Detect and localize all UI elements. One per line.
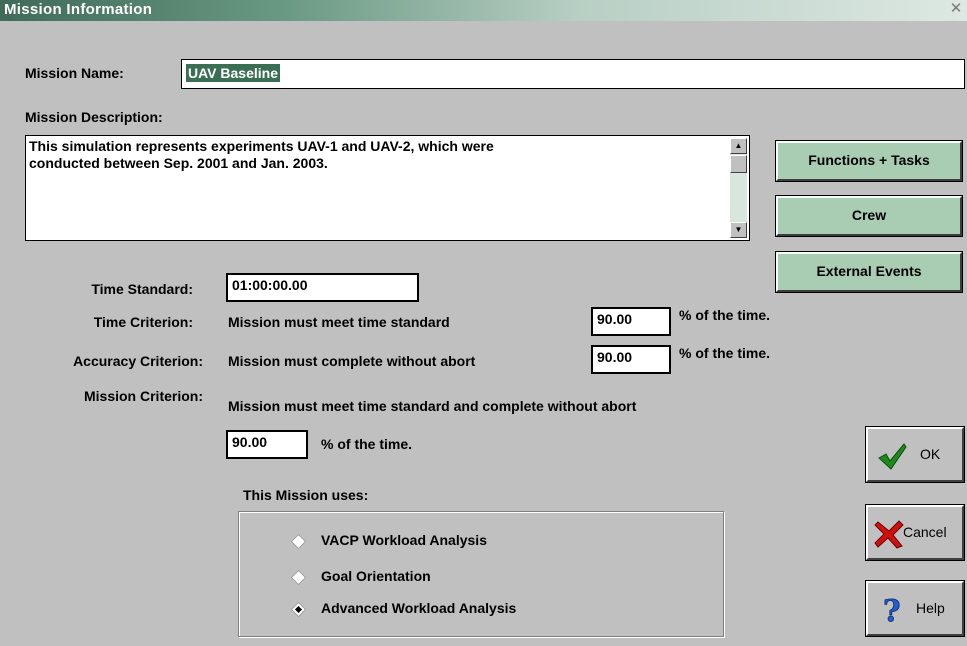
mission-name-field[interactable]: UAV Baseline — [181, 59, 965, 89]
mission-description-label: Mission Description: — [25, 109, 163, 125]
external-events-label: External Events — [816, 263, 922, 279]
help-label: Help — [916, 600, 945, 616]
radio-advanced-workload[interactable]: Advanced Workload Analysis — [288, 600, 618, 620]
functions-tasks-button[interactable]: Functions + Tasks — [775, 140, 963, 182]
mission-uses-label: This Mission uses: — [243, 487, 369, 503]
scroll-thumb[interactable] — [730, 155, 747, 173]
checkmark-icon — [878, 443, 907, 470]
mission-criterion-suffix: % of the time. — [321, 436, 413, 452]
scroll-up-icon[interactable]: ▲ — [730, 138, 747, 154]
description-line-2: conducted between Sep. 2001 and Jan. 200… — [29, 155, 328, 171]
cancel-label: Cancel — [903, 524, 947, 540]
ok-button[interactable]: OK — [865, 426, 965, 483]
time-criterion-label: Time Criterion: — [93, 314, 193, 330]
mission-criterion-percent-field[interactable]: 90.00 — [226, 430, 308, 459]
cancel-x-icon — [874, 520, 904, 549]
radio-goal-label: Goal Orientation — [321, 568, 431, 584]
radio-unselected-icon[interactable] — [290, 533, 307, 550]
time-standard-label: Time Standard: — [91, 281, 193, 297]
accuracy-criterion-label: Accuracy Criterion: — [73, 353, 203, 369]
crew-button[interactable]: Crew — [775, 195, 963, 237]
title-bar: Mission Information ✕ — [0, 0, 967, 21]
radio-goal-orientation[interactable]: Goal Orientation — [288, 568, 588, 588]
radio-vacp-workload[interactable]: VACP Workload Analysis — [288, 532, 588, 552]
mission-criterion-label: Mission Criterion: — [83, 388, 203, 404]
mission-name-label: Mission Name: — [25, 65, 124, 81]
external-events-button[interactable]: External Events — [775, 251, 963, 293]
functions-tasks-label: Functions + Tasks — [808, 152, 930, 168]
time-criterion-text: Mission must meet time standard — [228, 314, 450, 330]
svg-text:?: ? — [883, 595, 901, 625]
scroll-down-icon[interactable]: ▼ — [730, 222, 747, 238]
description-scrollbar[interactable]: ▲ ▼ — [730, 138, 747, 238]
time-criterion-suffix: % of the time. — [679, 307, 771, 323]
radio-selected-icon[interactable] — [290, 601, 307, 618]
radio-unselected-icon[interactable] — [290, 569, 307, 586]
close-icon[interactable]: ✕ — [948, 1, 964, 17]
mission-description-textarea[interactable]: This simulation represents experiments U… — [25, 135, 750, 241]
window-title: Mission Information — [4, 1, 153, 18]
cancel-button[interactable]: Cancel — [865, 504, 965, 561]
accuracy-criterion-suffix: % of the time. — [679, 345, 771, 361]
question-mark-icon: ? — [883, 595, 901, 625]
mission-name-value: UAV Baseline — [186, 64, 280, 82]
help-button[interactable]: ? Help — [865, 580, 965, 637]
time-criterion-percent-field[interactable]: 90.00 — [591, 307, 671, 336]
radio-vacp-label: VACP Workload Analysis — [321, 532, 487, 548]
radio-advanced-label: Advanced Workload Analysis — [321, 600, 517, 616]
accuracy-criterion-text: Mission must complete without abort — [228, 353, 476, 369]
time-standard-field[interactable]: 01:00:00.00 — [226, 273, 419, 302]
mission-description-text: This simulation represents experiments U… — [29, 138, 719, 172]
mission-criterion-text: Mission must meet time standard and comp… — [228, 398, 637, 414]
ok-label: OK — [920, 446, 941, 462]
accuracy-criterion-percent-field[interactable]: 90.00 — [591, 345, 671, 374]
crew-label: Crew — [851, 207, 887, 223]
description-line-1: This simulation represents experiments U… — [29, 138, 494, 154]
